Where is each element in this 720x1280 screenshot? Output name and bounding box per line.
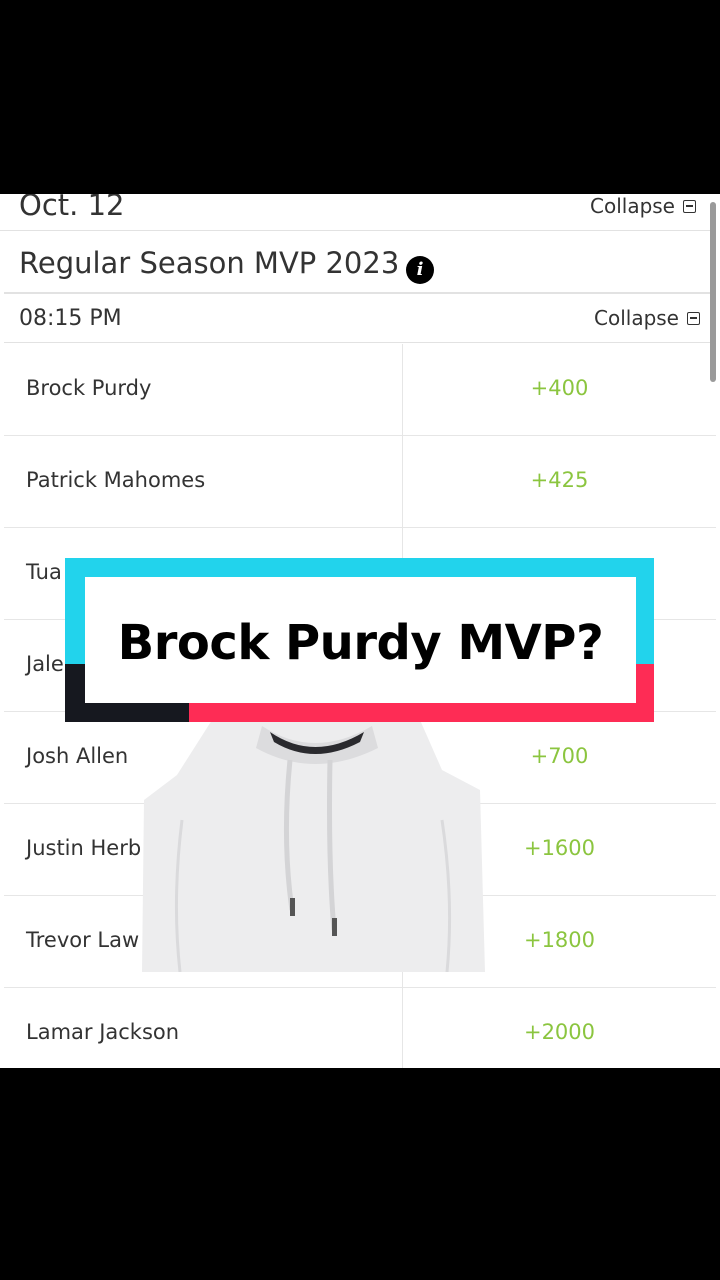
collapse-label: Collapse <box>594 306 679 330</box>
collapse-date-button[interactable]: Collapse <box>590 194 696 218</box>
event-time: 08:15 PM <box>19 306 122 331</box>
odds-price-button[interactable]: +2000 <box>403 1020 716 1044</box>
collapse-event-button[interactable]: Collapse <box>594 306 700 330</box>
player-name: Trevor Law <box>26 928 140 952</box>
date-label: Oct. 12 <box>19 194 125 222</box>
player-name: Brock Purdy <box>26 376 152 400</box>
odds-price-button[interactable]: +425 <box>403 468 716 492</box>
market-title: Regular Season MVP 2023 <box>19 246 400 280</box>
minus-box-icon <box>683 199 696 213</box>
odds-row[interactable]: Patrick Mahomes +425 <box>4 436 716 528</box>
player-name: Justin Herb <box>26 836 142 860</box>
player-name: Tua <box>26 560 62 584</box>
odds-row[interactable]: Lamar Jackson +2000 <box>4 988 716 1068</box>
odds-price-button[interactable]: +400 <box>403 376 716 400</box>
banner-inner: Brock Purdy MVP? <box>85 577 636 703</box>
market-header: Regular Season MVP 2023 i <box>4 234 716 294</box>
player-name: Patrick Mahomes <box>26 468 206 492</box>
player-name: Jale <box>26 652 64 676</box>
player-name: Josh Allen <box>26 744 129 768</box>
player-name: Lamar Jackson <box>26 1020 180 1044</box>
caption-banner: Brock Purdy MVP? <box>65 558 654 722</box>
caption-text: Brock Purdy MVP? <box>117 615 604 671</box>
event-time-header: 08:15 PM Collapse <box>4 294 716 343</box>
info-icon[interactable]: i <box>406 256 434 284</box>
date-header: Oct. 12 Collapse <box>0 194 716 231</box>
odds-row[interactable]: Brock Purdy +400 <box>4 344 716 436</box>
presenter-cutout <box>142 720 485 972</box>
minus-box-icon <box>687 311 700 325</box>
collapse-label: Collapse <box>590 194 675 218</box>
scrollbar[interactable] <box>710 202 716 382</box>
